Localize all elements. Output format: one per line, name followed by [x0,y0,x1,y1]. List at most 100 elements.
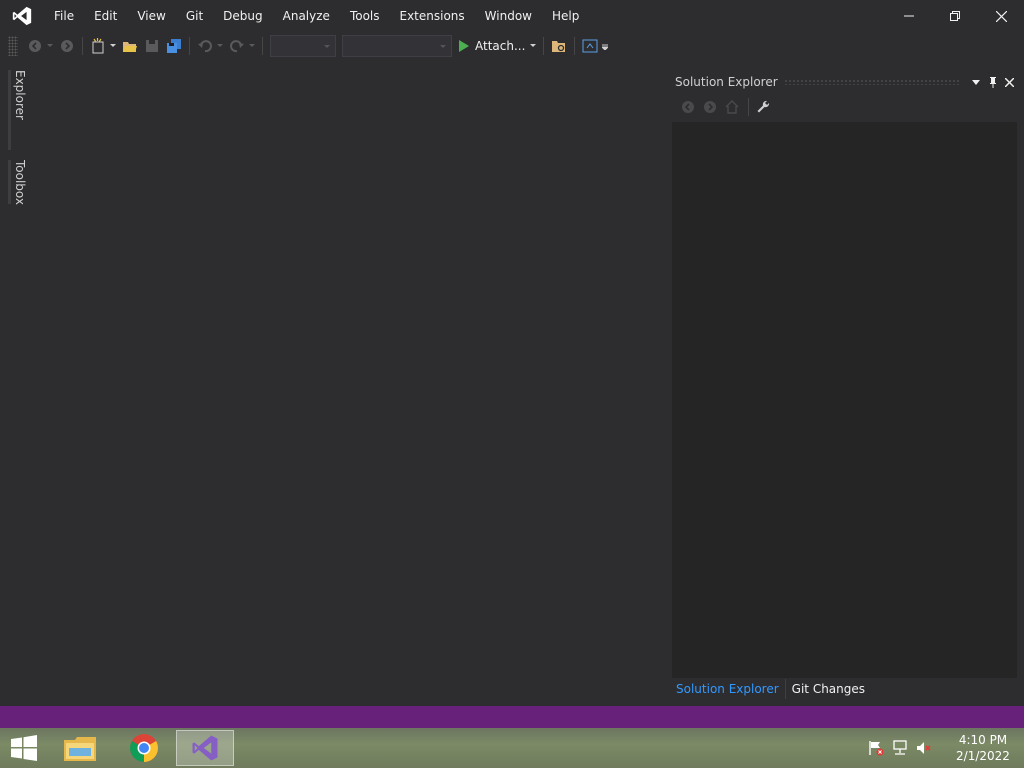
forward-icon [61,40,73,52]
toolbar-separator [262,37,263,55]
undo-dropdown[interactable] [216,36,224,56]
clock-date: 2/1/2022 [956,749,1010,763]
attach-button[interactable]: Attach... [455,35,529,57]
save-all-icon [167,39,181,53]
volume-muted-icon [917,742,931,754]
back-button[interactable] [25,36,45,56]
taskbar-clock[interactable]: 4:10 PM 2/1/2022 [942,732,1024,764]
editor-area [26,66,668,706]
redo-dropdown[interactable] [248,36,256,56]
window-icon [582,39,598,53]
save-all-button[interactable] [164,36,184,56]
minimize-icon [904,15,914,17]
action-center-icon[interactable] [864,736,888,760]
back-dropdown[interactable] [46,36,54,56]
save-icon [146,40,158,52]
system-tray: 4:10 PM 2/1/2022 [864,728,1024,768]
title-bar: File Edit View Git Debug Analyze Tools E… [0,0,1024,32]
new-project-icon [92,38,104,54]
new-project-dropdown[interactable] [109,36,117,56]
window-position-button[interactable] [967,72,984,92]
auto-hide-button[interactable] [984,72,1001,92]
sol-forward-button[interactable] [700,97,720,117]
close-icon [995,10,1007,22]
window-controls [886,0,1024,32]
open-folder-icon [123,42,137,52]
toolbox-tab[interactable]: Toolbox [8,160,27,205]
chrome-taskbar-button[interactable] [116,730,172,766]
volume-status-icon[interactable] [912,736,936,760]
status-bar [0,706,1024,728]
sol-home-button[interactable] [722,97,742,117]
panel-drag-grip[interactable] [783,79,961,85]
solution-explorer-header: Solution Explorer [670,70,1018,94]
toolbar-separator [748,98,749,116]
save-button[interactable] [142,36,162,56]
solution-explorer-title: Solution Explorer [675,75,778,89]
tab-solution-explorer[interactable]: Solution Explorer [670,679,786,699]
open-button[interactable] [120,36,140,56]
visual-studio-icon [192,735,218,761]
toolbar-options-dropdown[interactable] [601,36,609,56]
toolbar-separator [82,37,83,55]
pin-icon [989,76,996,88]
solution-platform-combo[interactable] [342,35,452,57]
menu-file[interactable]: File [44,0,84,32]
close-icon [1005,77,1014,87]
left-tool-rail: Server Explorer Toolbox [0,66,41,706]
redo-icon [230,40,244,53]
attach-label: Attach... [475,39,526,53]
wrench-icon [757,100,770,113]
menu-view[interactable]: View [127,0,175,32]
network-icon [893,740,907,755]
attach-dropdown[interactable] [529,36,537,56]
back-icon [682,101,694,113]
sol-back-button[interactable] [678,97,698,117]
menu-bar: File Edit View Git Debug Analyze Tools E… [44,0,589,32]
forward-button[interactable] [57,36,77,56]
standard-toolbar: Attach... [0,32,1024,60]
visual-studio-taskbar-button[interactable] [176,730,234,766]
undo-icon [198,40,212,53]
menu-git[interactable]: Git [176,0,213,32]
clock-time: 4:10 PM [958,733,1008,747]
solution-explorer-panel: Solution Explorer Solution Explorer Git … [670,70,1018,700]
sol-properties-button[interactable] [753,97,773,117]
home-icon [725,100,739,114]
restore-button[interactable] [932,0,978,32]
solution-configuration-combo[interactable] [270,35,336,57]
solution-explorer-bottom-tabs: Solution Explorer Git Changes [670,678,1018,700]
find-in-files-icon [552,41,566,52]
menu-extensions[interactable]: Extensions [390,0,475,32]
menu-help[interactable]: Help [542,0,589,32]
network-status-icon[interactable] [888,736,912,760]
windows-taskbar: 4:10 PM 2/1/2022 [0,728,1024,768]
minimize-button[interactable] [886,0,932,32]
file-explorer-taskbar-button[interactable] [52,730,108,766]
undo-button[interactable] [195,36,215,56]
visual-studio-logo-icon[interactable] [0,0,44,32]
menu-analyze[interactable]: Analyze [273,0,340,32]
start-button[interactable] [0,730,48,766]
panel-close-button[interactable] [1001,72,1018,92]
forward-icon [704,101,716,113]
close-button[interactable] [978,0,1024,32]
restore-icon [950,11,960,21]
toolbar-separator [189,37,190,55]
new-project-button[interactable] [88,36,108,56]
toolbar-grip[interactable] [8,36,18,56]
tab-git-changes[interactable]: Git Changes [786,679,871,699]
chrome-icon [130,734,158,762]
play-icon [459,40,469,52]
menu-debug[interactable]: Debug [213,0,272,32]
find-in-files-button[interactable] [549,36,569,56]
menu-tools[interactable]: Tools [340,0,390,32]
redo-button[interactable] [227,36,247,56]
chevron-down-icon [971,79,980,85]
home-window-button[interactable] [580,36,600,56]
solution-explorer-toolbar [670,94,1018,120]
menu-window[interactable]: Window [475,0,542,32]
menu-edit[interactable]: Edit [84,0,127,32]
file-explorer-icon [64,737,96,761]
solution-tree[interactable] [672,122,1017,678]
